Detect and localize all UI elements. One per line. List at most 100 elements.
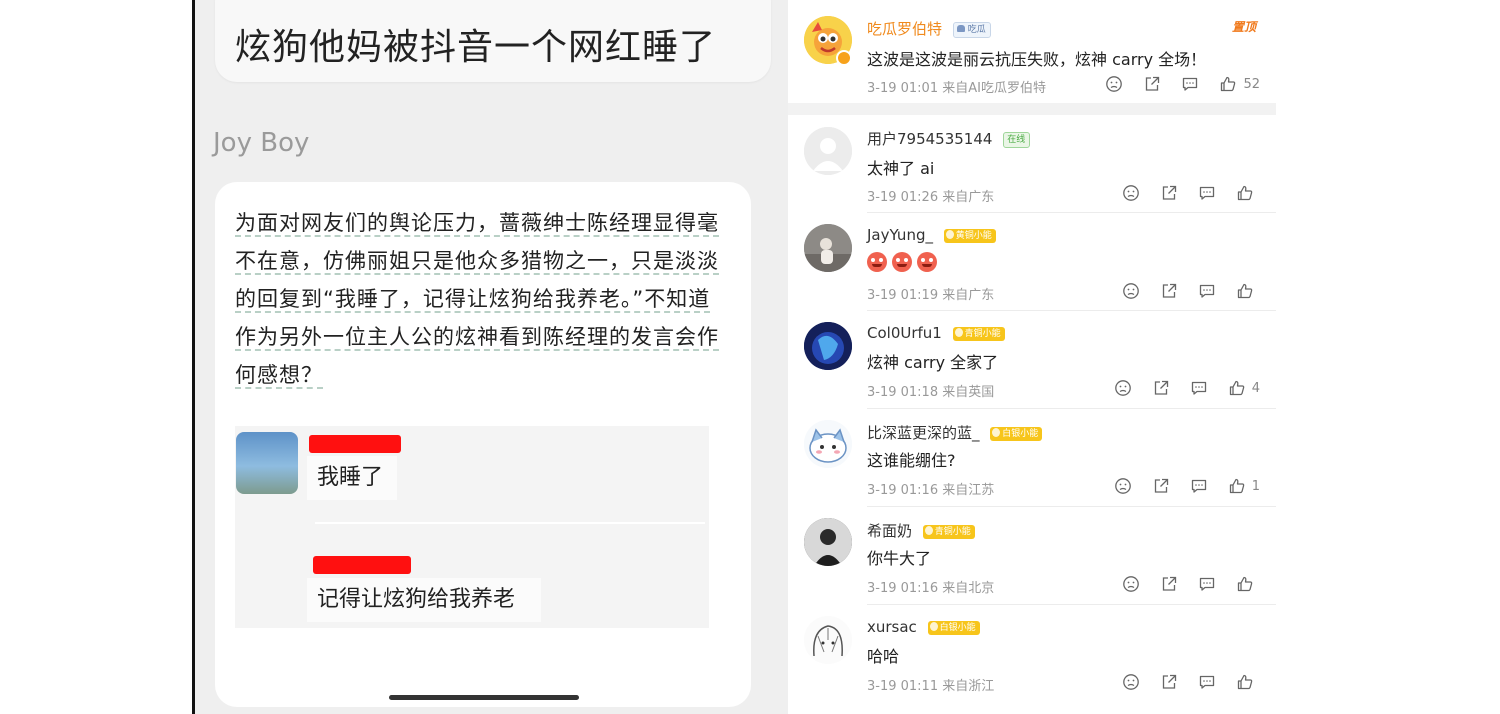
comment-text: 这谁能绷住?: [867, 451, 956, 470]
comment-username[interactable]: JayYung_ 黄铜小能: [867, 226, 996, 244]
angry-face-emoji-icon: [867, 251, 887, 272]
avatar[interactable]: [804, 420, 852, 468]
share-button[interactable]: [1160, 184, 1178, 202]
share-button[interactable]: [1152, 477, 1170, 495]
like-button[interactable]: [1236, 282, 1260, 300]
comment-meta: 3-19 01:11 来自浙江: [867, 679, 995, 694]
dislike-button[interactable]: [1122, 282, 1140, 300]
comment-emojis: [867, 251, 942, 272]
post-body: 为面对网友们的舆论压力，蔷薇绅士陈经理显得毫 不在意，仿佛丽姐只是他众多猎物之一…: [235, 204, 735, 394]
reply-button[interactable]: [1190, 379, 1208, 397]
comment-actions: 52: [1085, 75, 1260, 93]
avatar[interactable]: [804, 322, 852, 370]
comment-username[interactable]: Col0Urfu1 青铜小能: [867, 324, 1005, 342]
comment-username[interactable]: 希面奶 青铜小能: [867, 520, 975, 541]
thumbs-up-icon: [1237, 674, 1253, 690]
comment-username[interactable]: 吃瓜罗伯特 吃瓜: [867, 18, 991, 39]
redaction-bar: [309, 435, 401, 453]
share-button[interactable]: [1152, 379, 1170, 397]
reply-button[interactable]: [1198, 184, 1216, 202]
thumbs-up-icon: [1237, 576, 1253, 592]
avatar[interactable]: [804, 224, 852, 272]
post-line: 何感想？: [235, 363, 323, 389]
dislike-button[interactable]: [1122, 575, 1140, 593]
comment-meta: 3-19 01:16 来自江苏: [867, 483, 995, 498]
dislike-button[interactable]: [1122, 673, 1140, 691]
comment-icon: [1199, 284, 1215, 298]
comment-icon: [1191, 381, 1206, 395]
comment-username[interactable]: 用户7954535144 在线: [867, 128, 1031, 149]
comment-text: 太神了 ai: [867, 159, 935, 178]
frown-icon: [1123, 185, 1139, 201]
reply-button[interactable]: [1198, 673, 1216, 691]
avatar[interactable]: [804, 518, 852, 566]
frown-icon: [1123, 674, 1139, 690]
home-indicator: [389, 695, 579, 700]
like-button[interactable]: 1: [1228, 477, 1260, 495]
chat-screenshot-panel: 炫狗他妈被抖音一个网红睡了 Joy Boy 为面对网友们的舆论压力，蔷薇绅士陈经…: [192, 0, 788, 714]
comment-text: 炫神 carry 全家了: [867, 353, 999, 372]
dislike-button[interactable]: [1114, 477, 1132, 495]
post-line: 不在意，仿佛丽姐只是他众多猎物之一，只是淡淡: [235, 249, 719, 275]
comment-username[interactable]: 比深蓝更深的蓝_ 白银小能: [867, 422, 1043, 443]
share-button[interactable]: [1160, 575, 1178, 593]
thumbs-up-icon: [1221, 76, 1236, 92]
avatar[interactable]: [804, 616, 852, 664]
share-button[interactable]: [1143, 75, 1161, 93]
redaction-bar: [313, 556, 411, 574]
verified-icon: [836, 50, 852, 66]
divider: [315, 522, 705, 524]
sender-name: Joy Boy: [213, 128, 310, 158]
like-button[interactable]: 52: [1219, 75, 1260, 93]
chat-bubble: 记得让炫狗给我养老: [307, 578, 541, 622]
chat-bubble: 我睡了: [307, 456, 397, 500]
online-badge: 在线: [1003, 131, 1031, 148]
comment-list-panel: 吃瓜罗伯特 吃瓜 置顶 这波是这波是丽云抗压失败，炫神 carry 全场！ 3-…: [788, 0, 1276, 714]
section-divider: [788, 103, 1276, 115]
comment-meta: 3-19 01:26 来自广东: [867, 190, 995, 205]
comment-icon: [1199, 577, 1215, 591]
reply-button[interactable]: [1198, 282, 1216, 300]
comment-item: 比深蓝更深的蓝_ 白银小能 这谁能绷住? 3-19 01:16 来自江苏 1: [788, 409, 1276, 507]
angry-face-emoji-icon: [917, 251, 937, 272]
comment-item: 用户7954535144 在线 太神了 ai 3-19 01:26 来自广东: [788, 115, 1276, 213]
level-badge: 黄铜小能: [943, 228, 996, 243]
comment-text: 哈哈: [867, 647, 900, 666]
comment-meta: 3-19 01:19 来自广东: [867, 288, 995, 303]
share-button[interactable]: [1160, 282, 1178, 300]
comment-meta: 3-19 01:01 来自AI吃瓜罗伯特: [867, 81, 1046, 96]
comment-actions: 1: [1094, 477, 1260, 495]
reply-button[interactable]: [1190, 477, 1208, 495]
title-message-bubble: 炫狗他妈被抖音一个网红睡了: [215, 0, 771, 82]
reply-button[interactable]: [1198, 575, 1216, 593]
comment-item: JayYung_ 黄铜小能 3-19 01:19 来自广东: [788, 213, 1276, 311]
comment-username[interactable]: xursac 白银小能: [867, 618, 980, 636]
share-icon: [1162, 576, 1177, 591]
share-icon: [1146, 76, 1160, 91]
comment-actions: [1102, 184, 1260, 202]
level-badge: 青铜小能: [952, 326, 1005, 341]
comment-actions: 4: [1094, 379, 1260, 397]
comment-actions: [1102, 575, 1260, 593]
dislike-button[interactable]: [1114, 379, 1132, 397]
embedded-chat-screenshot: 我睡了 记得让炫狗给我养老: [235, 426, 709, 628]
comment-icon: [1191, 479, 1206, 493]
reply-button[interactable]: [1181, 75, 1199, 93]
dislike-button[interactable]: [1122, 184, 1140, 202]
like-count: 4: [1251, 380, 1260, 396]
avatar[interactable]: [804, 127, 852, 175]
fan-badge: 吃瓜: [952, 21, 991, 38]
like-button[interactable]: [1236, 673, 1260, 691]
share-button[interactable]: [1160, 673, 1178, 691]
thumbs-up-icon: [1237, 185, 1253, 201]
like-button[interactable]: [1236, 184, 1260, 202]
share-icon: [1162, 283, 1177, 298]
post-message-card: 为面对网友们的舆论压力，蔷薇绅士陈经理显得毫 不在意，仿佛丽姐只是他众多猎物之一…: [215, 182, 751, 707]
like-button[interactable]: 4: [1228, 379, 1260, 397]
dislike-button[interactable]: [1105, 75, 1123, 93]
like-button[interactable]: [1236, 575, 1260, 593]
frown-icon: [1114, 478, 1131, 494]
level-badge: 青铜小能: [922, 524, 975, 539]
frown-icon: [1123, 576, 1139, 592]
comment-icon: [1199, 186, 1215, 200]
